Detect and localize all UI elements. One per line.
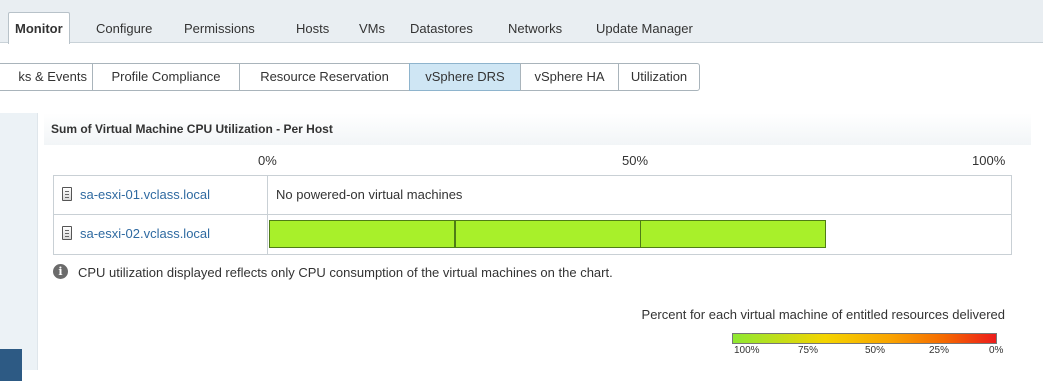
subtab-vsphere-ha[interactable]: vSphere HA bbox=[520, 63, 619, 91]
host-name-cell: sa-esxi-02.vclass.local bbox=[54, 215, 268, 254]
vm-bar-area bbox=[269, 220, 1011, 248]
legend-tick-25: 25% bbox=[929, 345, 950, 356]
host-name-cell: sa-esxi-01.vclass.local bbox=[54, 176, 268, 214]
tab-vms[interactable]: VMs bbox=[359, 14, 385, 43]
scale-label-50: 50% bbox=[622, 153, 649, 168]
scale-label-100: 100% bbox=[972, 153, 1006, 168]
subtab-profile-compliance[interactable]: Profile Compliance bbox=[92, 63, 240, 91]
tab-configure[interactable]: Configure bbox=[96, 14, 152, 43]
left-navigation-rail bbox=[0, 113, 38, 381]
table-row: sa-esxi-02.vclass.local bbox=[54, 215, 1011, 254]
vm-bar-segment[interactable] bbox=[269, 220, 455, 248]
tab-hosts[interactable]: Hosts bbox=[296, 14, 329, 43]
subtab-utilization[interactable]: Utilization bbox=[618, 63, 700, 91]
info-text: CPU utilization displayed reflects only … bbox=[78, 265, 613, 280]
legend-tick-0: 0% bbox=[989, 345, 1004, 356]
chart-panel-header: Sum of Virtual Machine CPU Utilization -… bbox=[44, 113, 1031, 145]
info-icon: i bbox=[53, 264, 68, 279]
host-link-sa-esxi-01[interactable]: sa-esxi-01.vclass.local bbox=[80, 187, 210, 202]
vm-bar-segment[interactable] bbox=[455, 220, 641, 248]
legend-tick-75: 75% bbox=[798, 345, 819, 356]
sub-tab-bar: ks & Events Profile Compliance Resource … bbox=[0, 63, 700, 91]
host-utilization-table: sa-esxi-01.vclass.local No powered-on vi… bbox=[53, 175, 1012, 255]
selected-item-marker[interactable] bbox=[0, 349, 22, 381]
subtab-resource-reservation[interactable]: Resource Reservation bbox=[239, 63, 410, 91]
scale-label-0: 0% bbox=[258, 153, 277, 168]
tab-permissions[interactable]: Permissions bbox=[184, 14, 255, 43]
chart-title: Sum of Virtual Machine CPU Utilization -… bbox=[51, 122, 333, 136]
legend-gradient-bar bbox=[732, 333, 997, 344]
subtab-vsphere-drs[interactable]: vSphere DRS bbox=[409, 63, 521, 91]
tab-monitor[interactable]: Monitor bbox=[8, 12, 70, 44]
tab-update-manager[interactable]: Update Manager bbox=[596, 14, 693, 43]
subtab-tasks-events[interactable]: ks & Events bbox=[0, 63, 93, 91]
legend-title: Percent for each virtual machine of enti… bbox=[641, 307, 1005, 322]
top-tab-bar: Monitor Configure Permissions Hosts VMs … bbox=[0, 0, 1043, 44]
tab-datastores[interactable]: Datastores bbox=[410, 14, 473, 43]
legend-tick-50: 50% bbox=[865, 345, 886, 356]
host-link-sa-esxi-02[interactable]: sa-esxi-02.vclass.local bbox=[80, 226, 210, 241]
server-icon bbox=[62, 226, 72, 240]
tab-networks[interactable]: Networks bbox=[508, 14, 562, 43]
server-icon bbox=[62, 187, 72, 201]
vm-bar-segment[interactable] bbox=[640, 220, 826, 248]
no-vm-message: No powered-on virtual machines bbox=[276, 187, 463, 202]
legend-tick-100: 100% bbox=[734, 345, 760, 356]
table-row: sa-esxi-01.vclass.local No powered-on vi… bbox=[54, 176, 1011, 215]
